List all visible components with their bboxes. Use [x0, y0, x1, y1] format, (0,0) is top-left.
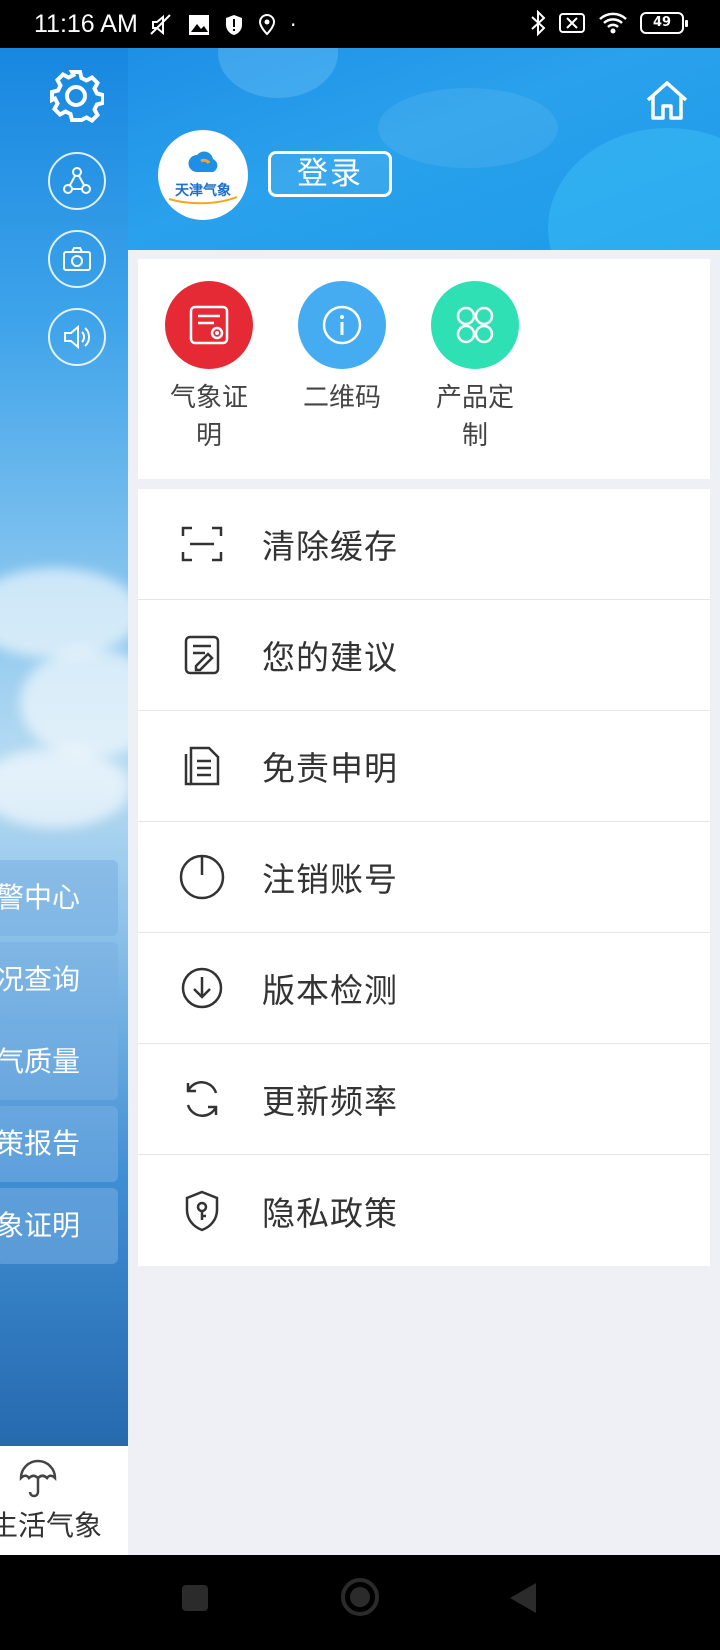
dot-icon: ·: [290, 13, 297, 37]
system-nav-bar: [0, 1555, 720, 1650]
settings-gear-icon[interactable]: [48, 68, 105, 124]
bluetooth-icon: [531, 10, 546, 36]
menu-item-version-check[interactable]: 版本检测: [138, 933, 710, 1044]
umbrella-icon: [19, 1459, 57, 1498]
quick-action-label: 气象证明: [169, 383, 248, 451]
avatar[interactable]: 天津气象: [158, 130, 248, 220]
info-icon: [322, 305, 362, 345]
scan-frame-icon: [181, 526, 223, 562]
quick-actions-card: 气象证明 二维码 产品定制: [138, 259, 710, 479]
shield-key-icon: [185, 1190, 219, 1231]
svg-text:天津气象: 天津气象: [175, 182, 231, 199]
mute-icon: [150, 14, 171, 36]
grid-icon: [456, 306, 494, 344]
home-nav-button-icon[interactable]: [340, 1577, 380, 1617]
bg-menu-item-air-quality[interactable]: 气质量: [0, 1024, 118, 1100]
power-icon: [179, 854, 225, 900]
home-button[interactable]: [644, 78, 690, 124]
document-icon: [184, 746, 220, 786]
speaker-icon: [64, 324, 91, 350]
shield-alert-icon: [226, 15, 242, 35]
recents-button-icon[interactable]: [180, 1583, 210, 1613]
bg-menu-item-report[interactable]: 策报告: [0, 1106, 118, 1182]
sound-button[interactable]: [48, 308, 106, 366]
battery-level: 49: [652, 15, 672, 30]
bg-menu-item-warning[interactable]: 警中心: [0, 860, 118, 936]
edit-note-icon: [184, 635, 220, 675]
sim-x-icon: [559, 13, 585, 33]
bg-menu-item-certificate[interactable]: 象证明: [0, 1188, 118, 1264]
camera-icon: [63, 247, 91, 271]
home-icon: [646, 81, 688, 120]
image-icon: [189, 15, 209, 35]
battery-icon: 49: [640, 12, 688, 34]
menu-item-update-frequency[interactable]: 更新频率: [138, 1044, 710, 1155]
login-button[interactable]: 登录: [268, 151, 392, 197]
camera-button[interactable]: [48, 230, 106, 288]
bottom-tab-life-weather[interactable]: 生活气象: [0, 1446, 128, 1555]
bg-menu-item-query[interactable]: 况查询: [0, 942, 118, 1018]
quick-action-product-custom[interactable]: 产品定制: [420, 281, 530, 455]
certificate-icon: [189, 305, 229, 345]
status-notification-icons: ·: [148, 12, 296, 38]
quick-action-label: 产品定制: [435, 383, 514, 451]
tianjin-weather-logo: 天津气象: [168, 151, 238, 205]
side-drawer: 天津气象 登录 气象证明 二维码 产品定制 清除缓存 您的建议 免责申明 注销账…: [128, 48, 720, 1555]
status-time: 11:16 AM: [34, 10, 138, 38]
drawer-menu-list: 清除缓存 您的建议 免责申明 注销账号 版本检测 更新频率 隐私政策: [138, 489, 710, 1266]
download-circle-icon: [181, 967, 223, 1009]
quick-action-label: 二维码: [302, 383, 381, 413]
status-bar: 11:16 AM · 49: [0, 0, 720, 48]
wifi-icon: [599, 12, 627, 34]
share-icon: [63, 167, 91, 194]
menu-item-deactivate-account[interactable]: 注销账号: [138, 822, 710, 933]
menu-item-feedback[interactable]: 您的建议: [138, 600, 710, 711]
share-button[interactable]: [48, 152, 106, 210]
background-page: 警中心 况查询 气质量 策报告 象证明 生活气象: [0, 48, 128, 1555]
menu-item-clear-cache[interactable]: 清除缓存: [138, 489, 710, 600]
back-button-icon[interactable]: [508, 1581, 538, 1615]
drawer-header: 天津气象 登录: [128, 48, 720, 250]
status-system-icons: 49: [530, 10, 688, 36]
refresh-icon: [186, 1081, 218, 1117]
menu-item-disclaimer[interactable]: 免责申明: [138, 711, 710, 822]
quick-action-weather-certificate[interactable]: 气象证明: [154, 281, 264, 455]
quick-action-qr-code[interactable]: 二维码: [287, 281, 397, 417]
bottom-tab-label: 生活气象: [0, 1509, 102, 1542]
location-icon: [258, 14, 276, 36]
menu-item-privacy-policy[interactable]: 隐私政策: [138, 1155, 710, 1266]
